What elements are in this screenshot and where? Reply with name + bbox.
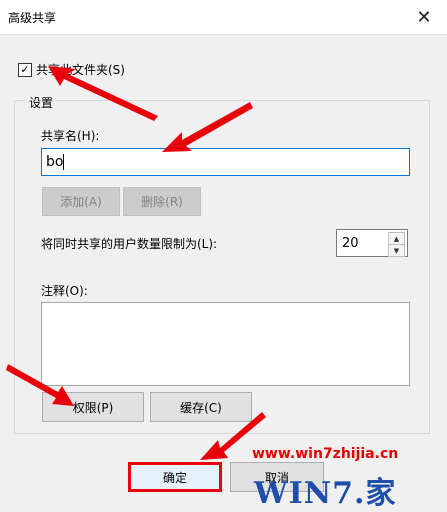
spin-down-icon: ▼ bbox=[393, 246, 400, 255]
watermark-url: www.win7zhijia.cn bbox=[252, 446, 399, 462]
share-name-label: 共享名(H): bbox=[41, 129, 100, 143]
user-limit-value: 20 bbox=[342, 236, 359, 251]
permissions-button[interactable]: 权限(P) bbox=[42, 392, 144, 422]
add-button[interactable]: 添加(A) bbox=[42, 187, 120, 216]
ok-button-label: 确定 bbox=[162, 470, 187, 485]
settings-group-label: 设置 bbox=[26, 94, 57, 111]
ok-button[interactable]: 确定 bbox=[128, 462, 222, 492]
permissions-button-label: 权限(P) bbox=[72, 400, 114, 415]
close-icon: ✕ bbox=[416, 6, 432, 28]
watermark: www.win7zhijia.cn WIN7.家 bbox=[236, 446, 446, 511]
comment-textarea[interactable] bbox=[41, 302, 410, 386]
share-name-input[interactable]: bo bbox=[41, 148, 410, 176]
window-title: 高级共享 bbox=[8, 11, 57, 25]
share-folder-checkbox[interactable]: ✓ bbox=[18, 62, 32, 77]
watermark-logo: WIN7.家 bbox=[254, 476, 397, 511]
title-bar: 高级共享 ✕ bbox=[0, 0, 447, 35]
share-name-value: bo bbox=[46, 154, 64, 170]
user-limit-label: 将同时共享的用户数量限制为(L): bbox=[41, 237, 218, 251]
share-folder-checkbox-row[interactable]: ✓ 共享此文件夹(S) bbox=[18, 61, 125, 78]
cache-button-label: 缓存(C) bbox=[180, 400, 222, 415]
delete-button-label: 删除(R) bbox=[141, 195, 183, 209]
comment-label: 注释(O): bbox=[41, 284, 88, 298]
spin-down-button[interactable]: ▼ bbox=[388, 244, 405, 257]
close-button[interactable]: ✕ bbox=[401, 0, 447, 34]
delete-button[interactable]: 删除(R) bbox=[123, 187, 201, 216]
spin-up-icon: ▲ bbox=[393, 234, 400, 243]
text-caret bbox=[63, 154, 64, 170]
user-limit-spinner[interactable]: 20 ▲ ▼ bbox=[336, 229, 408, 257]
share-folder-label: 共享此文件夹(S) bbox=[36, 63, 125, 77]
add-button-label: 添加(A) bbox=[60, 195, 102, 209]
cache-button[interactable]: 缓存(C) bbox=[150, 392, 252, 422]
check-icon: ✓ bbox=[20, 62, 30, 76]
